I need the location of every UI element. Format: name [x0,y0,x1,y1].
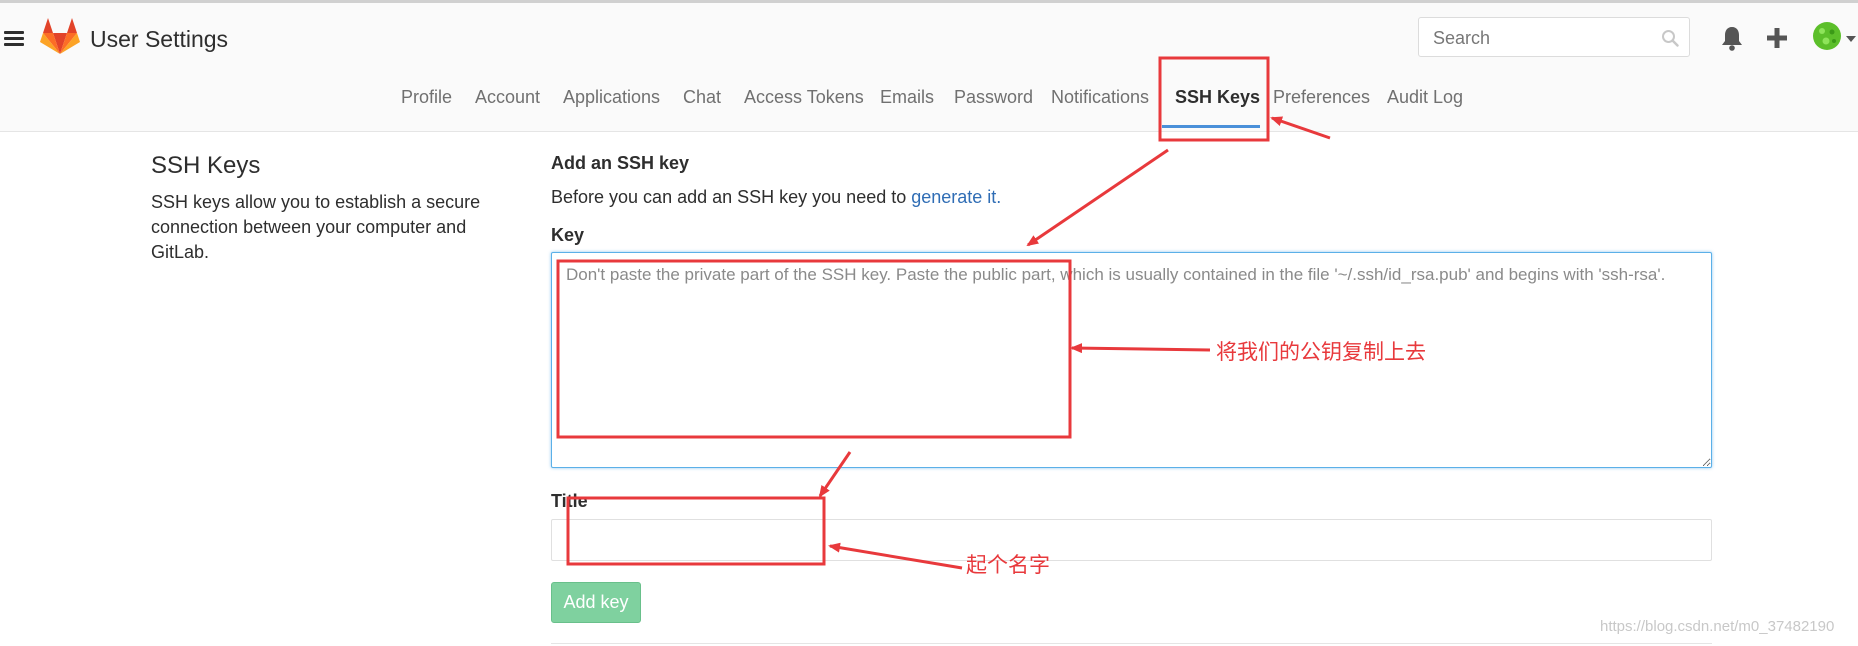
bottom-divider [551,643,1712,644]
tab-ssh-keys[interactable]: SSH Keys [1175,87,1260,108]
tab-password[interactable]: Password [954,87,1033,108]
annotation-key-note: 将我们的公钥复制上去 [1216,341,1426,364]
add-key-button[interactable]: Add key [551,582,641,623]
menu-icon[interactable] [4,31,24,47]
gitlab-logo[interactable] [40,17,80,55]
watermark: https://blog.csdn.net/m0_37482190 [1600,618,1835,635]
tab-access-tokens[interactable]: Access Tokens [744,87,864,108]
tab-profile[interactable]: Profile [401,87,452,108]
annotation-title-note: 起个名字 [966,554,1050,577]
section-title: SSH Keys [151,152,261,179]
tab-preferences[interactable]: Preferences [1273,87,1370,108]
avatar[interactable] [1812,21,1842,51]
search-box[interactable] [1418,17,1690,57]
key-textarea[interactable] [551,252,1712,468]
tab-chat[interactable]: Chat [683,87,721,108]
section-description: SSH keys allow you to establish a secure… [151,192,481,262]
tab-account[interactable]: Account [475,87,540,108]
active-tab-indicator [1162,125,1260,128]
search-icon [1662,30,1679,47]
settings-tabs: Profile Account Applications Chat Access… [0,67,1858,127]
tab-emails[interactable]: Emails [880,87,934,108]
plus-icon[interactable] [1766,27,1788,49]
tab-audit-log[interactable]: Audit Log [1387,87,1463,108]
arrow-to-key-label [1026,148,1169,247]
generate-it-link[interactable]: generate it. [911,187,1001,207]
title-input[interactable] [551,519,1712,561]
top-bar: User Settings [0,3,1858,61]
tab-notifications[interactable]: Notifications [1051,87,1149,108]
key-label: Key [551,225,585,245]
app-title: User Settings [90,26,229,52]
title-label: Title [551,491,588,511]
tab-applications[interactable]: Applications [563,87,660,108]
form-heading: Add an SSH key [551,153,690,173]
search-input[interactable] [1431,27,1655,50]
chevron-down-icon[interactable] [1846,35,1856,43]
form-hint-text: Before you can add an SSH key you need t… [551,187,912,207]
bell-icon[interactable] [1720,25,1744,51]
form-hint: Before you can add an SSH key you need t… [551,187,1001,208]
